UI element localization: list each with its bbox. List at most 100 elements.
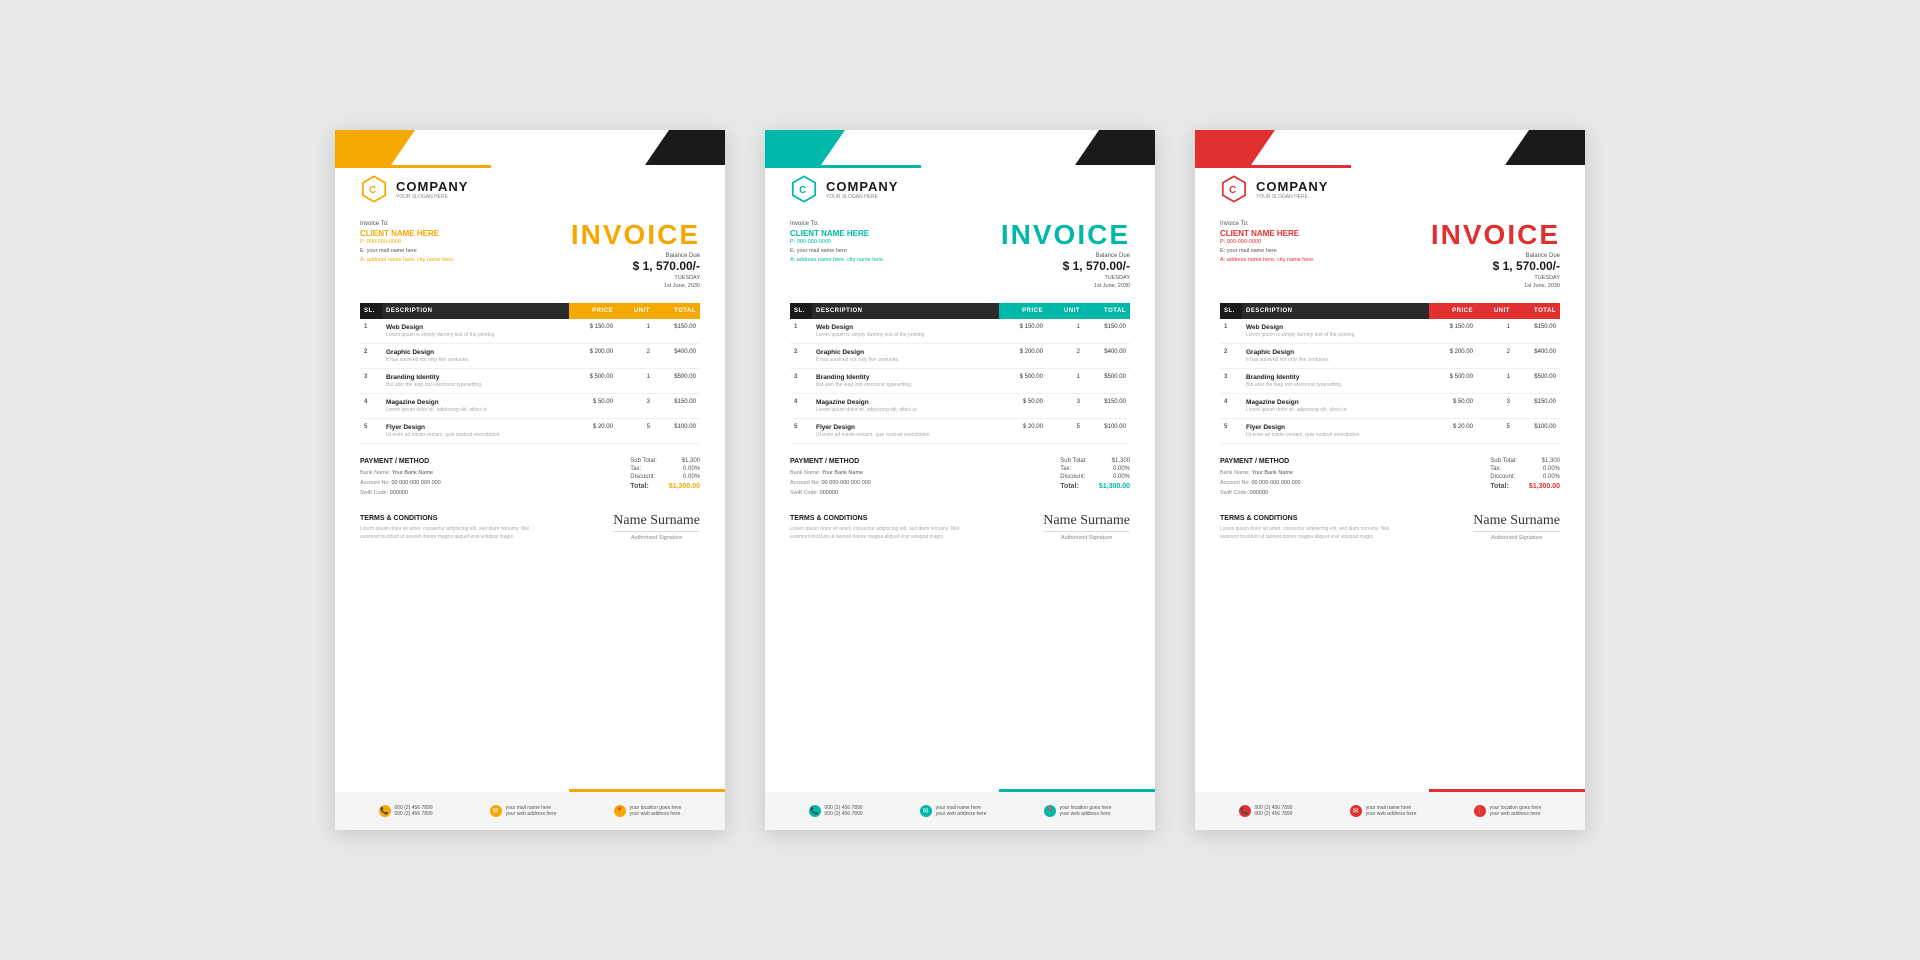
- tax-line: Tax: 0.00%: [1490, 466, 1560, 472]
- item-sl: 3: [790, 369, 812, 394]
- client-phone: P: 000-000-0000: [790, 238, 885, 247]
- item-total: $150.00: [654, 319, 700, 344]
- terms-title: TERMS & CONDITIONS: [790, 515, 970, 522]
- table-row: 5 Flyer Design Ut enim ad minim veniam, …: [360, 419, 700, 444]
- phone-icon: 📞: [809, 805, 821, 817]
- footer-location: 📍 your location goes here your web addre…: [1474, 805, 1542, 817]
- item-unit: 2: [1477, 344, 1514, 369]
- client-email: E: your mail name here: [1220, 247, 1315, 256]
- item-price: $ 500.00: [569, 369, 617, 394]
- item-desc: Lorem ipsum is simply dummy text of the …: [1246, 332, 1425, 338]
- invoice-card-yellow: C COMPANY YOUR SLOGAN HERE Invoice To: C…: [335, 130, 725, 830]
- total-val: $1,300.00: [1099, 483, 1130, 490]
- item-desc-cell: Web Design Lorem ipsum is simply dummy t…: [382, 319, 569, 344]
- col-sl: SL.: [1220, 303, 1242, 319]
- discount-line: Discount: 0.00%: [630, 474, 700, 480]
- payment-totals-row: PAYMENT / METHOD Bank Name: Your Bank Na…: [1220, 458, 1560, 499]
- table-row: 4 Magazine Design Lorem ipsum dolor sit,…: [360, 394, 700, 419]
- company-logo-icon: C: [360, 175, 388, 203]
- item-desc-cell: Magazine Design Lorem ipsum dolor sit, a…: [1242, 394, 1429, 419]
- svg-text:C: C: [1229, 185, 1236, 196]
- total-label: Total:: [1490, 483, 1509, 490]
- company-tagline: YOUR SLOGAN HERE: [396, 194, 468, 200]
- item-sl: 2: [1220, 344, 1242, 369]
- client-phone: P: 000-000-0000: [360, 238, 455, 247]
- invoice-card-teal: C COMPANY YOUR SLOGAN HERE Invoice To: C…: [765, 130, 1155, 830]
- item-unit: 2: [1047, 344, 1084, 369]
- invoice-day: TUESDAY: [1431, 275, 1560, 281]
- signature-name: Name Surname: [613, 513, 700, 529]
- subtotal-label: Sub Total:: [630, 458, 657, 464]
- item-desc: It has survived not only five centuries.: [1246, 357, 1425, 363]
- logo-row: C COMPANY YOUR SLOGAN HERE: [360, 175, 700, 203]
- item-sl: 5: [360, 419, 382, 444]
- item-desc-cell: Branding Identity But also the leap into…: [1242, 369, 1429, 394]
- client-name: CLIENT NAME HERE: [1220, 229, 1315, 238]
- item-total: $150.00: [654, 394, 700, 419]
- subtotal-val: $1,300: [1542, 458, 1560, 464]
- item-desc: Lorem ipsum is simply dummy text of the …: [816, 332, 995, 338]
- invoice-title: INVOICE: [1431, 221, 1560, 249]
- item-desc: But also the leap into electronic typese…: [1246, 382, 1425, 388]
- table-row: 5 Flyer Design Ut enim ad minim veniam, …: [790, 419, 1130, 444]
- logo-row: C COMPANY YOUR SLOGAN HERE: [1220, 175, 1560, 203]
- tax-val: 0.00%: [1543, 466, 1560, 472]
- invoice-to-label: Invoice To:: [790, 221, 885, 227]
- footer-bar: 📞 000 (2) 456 7890 000 (2) 456 7890 ✉ yo…: [765, 792, 1155, 830]
- invoice-day: TUESDAY: [571, 275, 700, 281]
- footer-location2: your web address here: [630, 811, 682, 817]
- item-desc-cell: Flyer Design Ut enim ad minim veniam, qu…: [382, 419, 569, 444]
- invoice-to-block: Invoice To: CLIENT NAME HERE P: 000-000-…: [1220, 221, 1315, 264]
- item-sl: 5: [1220, 419, 1242, 444]
- svg-text:C: C: [799, 185, 806, 196]
- item-price: $ 20.00: [999, 419, 1047, 444]
- item-desc: Ut enim ad minim veniam, quis nostrud ex…: [386, 432, 565, 438]
- tax-line: Tax: 0.00%: [1060, 466, 1130, 472]
- total-line: Total: $1,300.00: [630, 483, 700, 490]
- item-price: $ 20.00: [1429, 419, 1477, 444]
- col-total: TOTAL: [1514, 303, 1560, 319]
- invoice-to-block: Invoice To: CLIENT NAME HERE P: 000-000-…: [790, 221, 885, 264]
- logo-text-block: COMPANY YOUR SLOGAN HERE: [826, 179, 898, 200]
- item-desc: Lorem ipsum dolor sit, adipiscing elit, …: [386, 407, 565, 413]
- invoice-header-section: Invoice To: CLIENT NAME HERE P: 000-000-…: [1220, 221, 1560, 289]
- signature-label: Authorized Signature: [613, 531, 700, 541]
- company-name: COMPANY: [1256, 179, 1328, 194]
- table-header: SL. DESCRIPTION PRICE UNIT TOTAL: [790, 303, 1130, 319]
- item-sl: 3: [1220, 369, 1242, 394]
- item-desc: Lorem ipsum dolor sit, adipiscing elit, …: [816, 407, 995, 413]
- item-desc-cell: Graphic Design It has survived not only …: [1242, 344, 1429, 369]
- payment-swift: Swift Code: 000000: [790, 489, 871, 499]
- company-tagline: YOUR SLOGAN HERE: [1256, 194, 1328, 200]
- item-name: Branding Identity: [1246, 374, 1425, 381]
- col-unit: UNIT: [617, 303, 654, 319]
- client-phone: P: 000-000-0000: [1220, 238, 1315, 247]
- tax-label: Tax:: [1490, 466, 1501, 472]
- col-desc: DESCRIPTION: [382, 303, 569, 319]
- item-total: $100.00: [1514, 419, 1560, 444]
- location-icon: 📍: [1044, 805, 1056, 817]
- item-price: $ 50.00: [569, 394, 617, 419]
- col-desc: DESCRIPTION: [1242, 303, 1429, 319]
- client-email: E: your mail name here: [360, 247, 455, 256]
- table-row: 4 Magazine Design Lorem ipsum dolor sit,…: [1220, 394, 1560, 419]
- item-total: $500.00: [1514, 369, 1560, 394]
- footer-phone2: 000 (2) 456 7890: [825, 811, 863, 817]
- subtotal-line: Sub Total: $1,300: [1060, 458, 1130, 464]
- footer-email-text: your mail name here your web address her…: [1366, 805, 1417, 817]
- total-line: Total: $1,300.00: [1060, 483, 1130, 490]
- item-name: Web Design: [1246, 324, 1425, 331]
- footer-phone: 📞 000 (2) 456 7890 000 (2) 456 7890: [809, 805, 863, 817]
- footer-email2: your web address here: [936, 811, 987, 817]
- item-sl: 1: [790, 319, 812, 344]
- footer-location-text: your location goes here your web address…: [1060, 805, 1112, 817]
- item-name: Flyer Design: [1246, 424, 1425, 431]
- col-total: TOTAL: [1084, 303, 1130, 319]
- tax-label: Tax:: [630, 466, 641, 472]
- invoice-title: INVOICE: [1001, 221, 1130, 249]
- col-unit: UNIT: [1047, 303, 1084, 319]
- terms-block: TERMS & CONDITIONS Lorem ipsum dolor sit…: [1220, 515, 1400, 541]
- table-row: 1 Web Design Lorem ipsum is simply dummy…: [1220, 319, 1560, 344]
- company-name: COMPANY: [396, 179, 468, 194]
- totals-block: Sub Total: $1,300 Tax: 0.00% Discount: 0…: [1060, 458, 1130, 499]
